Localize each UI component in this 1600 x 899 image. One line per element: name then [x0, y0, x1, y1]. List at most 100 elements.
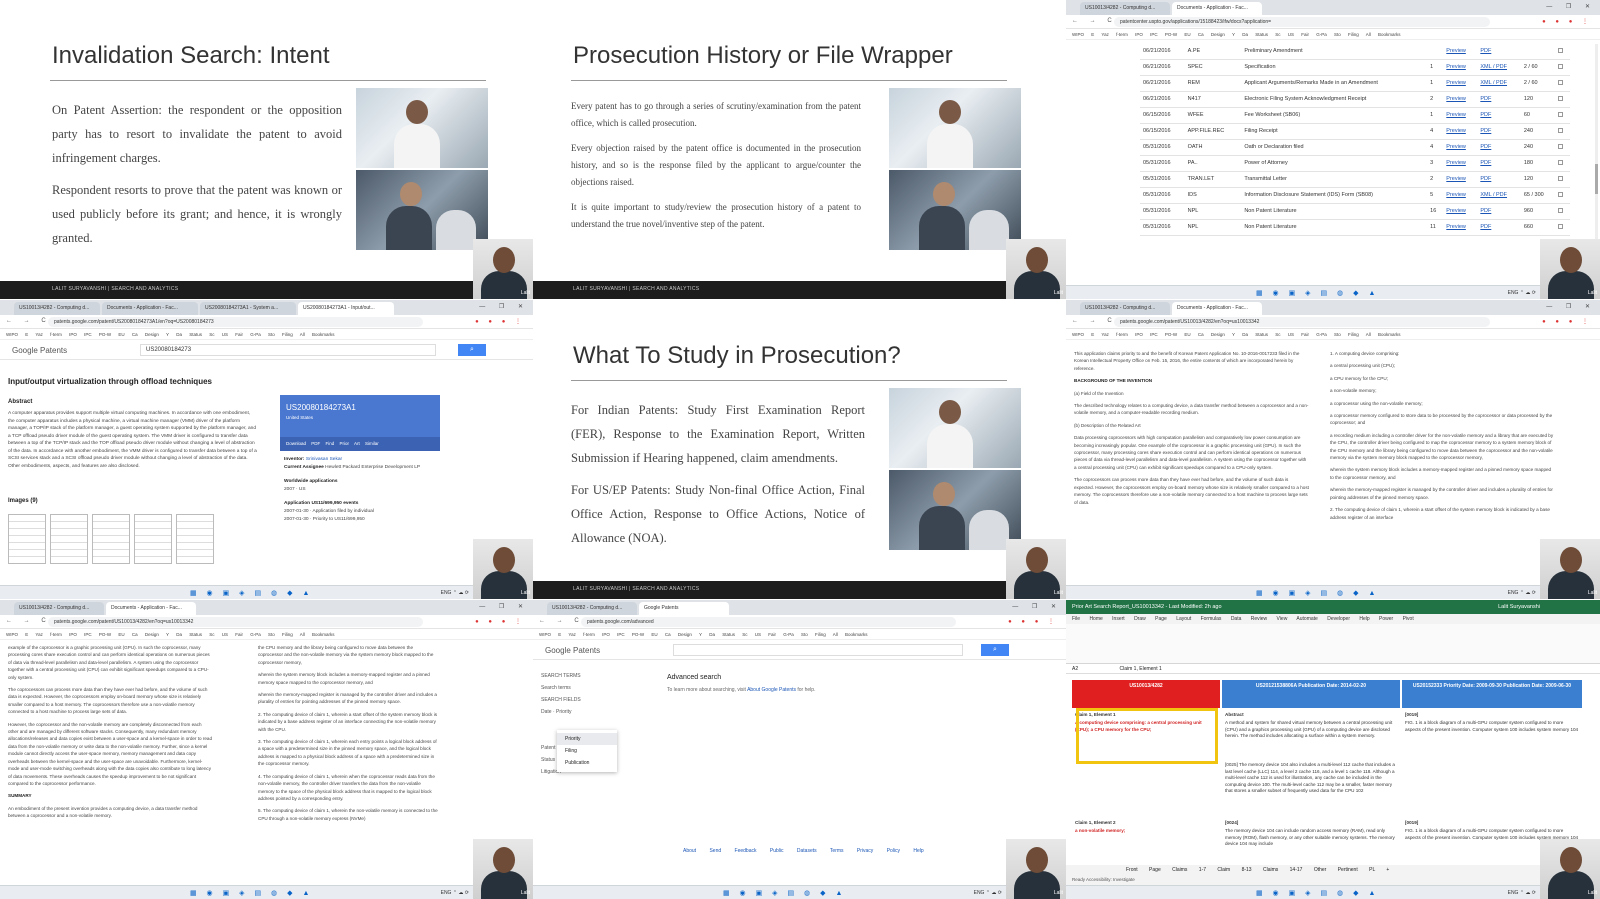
system-tray[interactable]: ENG ⌃ ☁ ⟳ [1508, 890, 1536, 896]
spreadsheet-cell[interactable]: FIG. 1 is a block diagram of a multi-GPU… [1402, 718, 1582, 760]
nav-buttons[interactable]: ← → C [1072, 18, 1117, 24]
document-cell[interactable]: Preview [1443, 171, 1478, 188]
row-checkbox[interactable] [1555, 219, 1570, 236]
document-cell[interactable]: Preview [1443, 219, 1478, 236]
browser-tab[interactable]: US10013/4282 - Computing d... [1080, 2, 1170, 15]
document-row[interactable]: 06/21/2016 N417 Electronic Filing System A… [1140, 91, 1570, 108]
document-row[interactable]: 05/31/2016 PA.. Power of Attorney 3 Preview P… [1140, 155, 1570, 172]
inventor-link[interactable]: Srinivasan Sekar [306, 457, 342, 462]
browser-tab[interactable]: US10013/4282 - Computing d... [547, 602, 637, 615]
scrollbar[interactable] [1595, 44, 1598, 244]
document-row[interactable]: 05/31/2016 TRAN.LET Transmittal Letter 2 Pre… [1140, 171, 1570, 188]
bookmarks-bar[interactable]: WIPO E Yaz f-term IPO IPC PO-W EU Ca Des… [1066, 29, 1600, 40]
spreadsheet-cell[interactable]: [0024] [1222, 818, 1400, 826]
system-tray[interactable]: ENG ⌃ ☁ ⟳ [974, 890, 1002, 896]
document-cell[interactable]: Preview [1443, 155, 1478, 172]
document-cell[interactable]: Preview [1443, 187, 1478, 204]
document-row[interactable]: 06/15/2016 APP.FILE.REC Filing Receipt 4 Pre… [1140, 123, 1570, 140]
spreadsheet-cell[interactable]: a non-volatile memory; [1072, 826, 1220, 866]
search-field-label[interactable]: SEARCH TERMS [541, 670, 651, 682]
document-row[interactable]: 05/31/2016 IDS Information Disclosure Stat… [1140, 187, 1570, 204]
document-cell[interactable]: Preview [1443, 123, 1478, 140]
document-cell[interactable]: Preview [1443, 59, 1478, 76]
system-tray[interactable]: ENG ⌃ ☁ ⟳ [1508, 290, 1536, 296]
document-cell[interactable]: Preview [1443, 75, 1478, 92]
search-field-label[interactable]: Date · Priority [541, 706, 651, 718]
browser-tab[interactable]: US10013/4282 - Computing d... [14, 302, 100, 315]
nav-buttons[interactable]: ← → C [1072, 318, 1117, 324]
sheet-tabs[interactable]: Front Page Claims 1-7 Claim 8-13 Claims … [1066, 865, 1600, 875]
dropdown-option[interactable]: Publication [557, 757, 617, 769]
search-field-label[interactable]: Search terms [541, 682, 651, 694]
spreadsheet-cell[interactable] [1072, 760, 1220, 816]
search-field-label[interactable]: SEARCH FIELDS [541, 694, 651, 706]
document-row[interactable]: 06/15/2016 WFEE Fee Worksheet (SB06) 1 Previ… [1140, 107, 1570, 124]
google-patents-logo[interactable]: Google Patents [12, 346, 67, 355]
url-field[interactable]: patents.google.com/patent/US10013/4282/e… [1114, 317, 1490, 327]
window-controls[interactable]: — ❐ ✕ [479, 303, 529, 310]
date-type-dropdown[interactable]: Priority Filing Publication [557, 730, 617, 772]
document-cell[interactable]: Preview [1443, 139, 1478, 156]
row-checkbox[interactable] [1555, 91, 1570, 108]
system-tray[interactable]: ENG ⌃ ☁ ⟳ [441, 590, 469, 596]
bookmarks-bar[interactable]: WIPO E Yaz f-term IPO IPC PO-W EU Ca Des… [533, 629, 1066, 640]
window-controls[interactable]: — ❐ ✕ [1546, 303, 1596, 310]
taskbar-app-icons[interactable]: ▦ ◉ ▣ ◈ ▤ ◍ ◆ ▲ [190, 889, 313, 897]
patent-search-input[interactable]: US20080184273 [140, 344, 436, 356]
document-cell[interactable]: PDF [1477, 171, 1521, 188]
document-row[interactable]: 05/31/2016 OATH Oath or Declaration filed 4… [1140, 139, 1570, 156]
document-cell[interactable]: XML / PDF [1477, 75, 1521, 92]
nav-buttons[interactable]: ← → C [6, 318, 51, 324]
ribbon[interactable] [1066, 624, 1600, 664]
search-button[interactable]: ⌕ [981, 644, 1009, 656]
browser-tab-active[interactable]: Documents - Application - Fac... [1172, 302, 1262, 315]
document-row[interactable]: 06/21/2016 SPEC Specification 1 Preview XML /… [1140, 59, 1570, 76]
spreadsheet-cell[interactable] [1402, 760, 1582, 816]
spreadsheet-cell[interactable]: Claim 1, Element 2 [1072, 818, 1220, 826]
spreadsheet-cell[interactable]: [0019] [1402, 818, 1582, 826]
system-tray[interactable]: ENG ⌃ ☁ ⟳ [441, 890, 469, 896]
spreadsheet-cell[interactable]: [0025] The memory device 104 also includ… [1222, 760, 1400, 816]
document-row[interactable]: 06/21/2016 A.PE Preliminary Amendment Previ… [1140, 44, 1570, 60]
worldwide-list[interactable]: 2007 · US [284, 486, 474, 494]
help-link[interactable]: About Google Patents [747, 687, 796, 693]
spreadsheet-cell[interactable]: The memory device 104 can include random… [1222, 826, 1400, 866]
system-tray[interactable]: ENG ⌃ ☁ ⟳ [1508, 590, 1536, 596]
spreadsheet-cell[interactable]: [0019] [1402, 710, 1582, 718]
spreadsheet-cell[interactable]: A method and system for shared virtual m… [1222, 718, 1400, 760]
document-row[interactable]: 05/31/2016 NPL Non Patent Literature 11 Prev… [1140, 219, 1570, 236]
url-field[interactable]: patents.google.com/patent/US10013/4282/e… [48, 617, 423, 627]
taskbar-app-icons[interactable]: ▦ ◉ ▣ ◈ ▤ ◍ ◆ ▲ [1256, 889, 1379, 897]
patent-search-input[interactable] [673, 644, 963, 656]
cell-reference[interactable]: A2 [1072, 666, 1078, 672]
extension-icons[interactable]: ● ● ● ⋮ [475, 318, 525, 325]
extension-icons[interactable]: ● ● ● ⋮ [475, 618, 525, 625]
column-header[interactable]: US10013/4282 [1072, 680, 1220, 708]
patent-actions[interactable]: Download PDF Find Prior Art Similar [280, 437, 440, 451]
footer-links[interactable]: About Send Feedback Public Datasets Term… [683, 848, 924, 854]
browser-tab[interactable]: US20080184273A1 - System a... [200, 302, 296, 315]
taskbar-app-icons[interactable]: ▦ ◉ ▣ ◈ ▤ ◍ ◆ ▲ [1256, 289, 1379, 297]
row-checkbox[interactable] [1555, 59, 1570, 76]
document-cell[interactable]: Preview [1443, 44, 1478, 60]
nav-buttons[interactable]: ← → C [539, 618, 584, 624]
nav-buttons[interactable]: ← → C [6, 618, 51, 624]
document-cell[interactable]: PDF [1477, 123, 1521, 140]
formula-bar[interactable]: A2 Claim 1, Element 1 [1066, 664, 1600, 674]
bookmarks-bar[interactable]: WIPO E Yaz f-term IPO IPC PO-W EU Ca Des… [1066, 329, 1600, 340]
document-cell[interactable]: PDF [1477, 107, 1521, 124]
search-button[interactable]: ⌕ [458, 344, 486, 356]
ribbon-tabs[interactable]: File Home Insert Draw Page Layout Formul… [1066, 614, 1600, 624]
document-cell[interactable]: PDF [1477, 203, 1521, 220]
document-cell[interactable]: PDF [1477, 44, 1521, 60]
row-checkbox[interactable] [1555, 155, 1570, 172]
row-checkbox[interactable] [1555, 75, 1570, 92]
row-checkbox[interactable] [1555, 44, 1570, 60]
spreadsheet-cell[interactable]: Abstract [1222, 710, 1400, 718]
row-checkbox[interactable] [1555, 123, 1570, 140]
document-cell[interactable]: PDF [1477, 139, 1521, 156]
document-cell[interactable]: XML / PDF [1477, 187, 1521, 204]
row-checkbox[interactable] [1555, 139, 1570, 156]
browser-tab[interactable]: US10013/4282 - Computing d... [1080, 302, 1170, 315]
search-field-label[interactable] [541, 718, 651, 730]
